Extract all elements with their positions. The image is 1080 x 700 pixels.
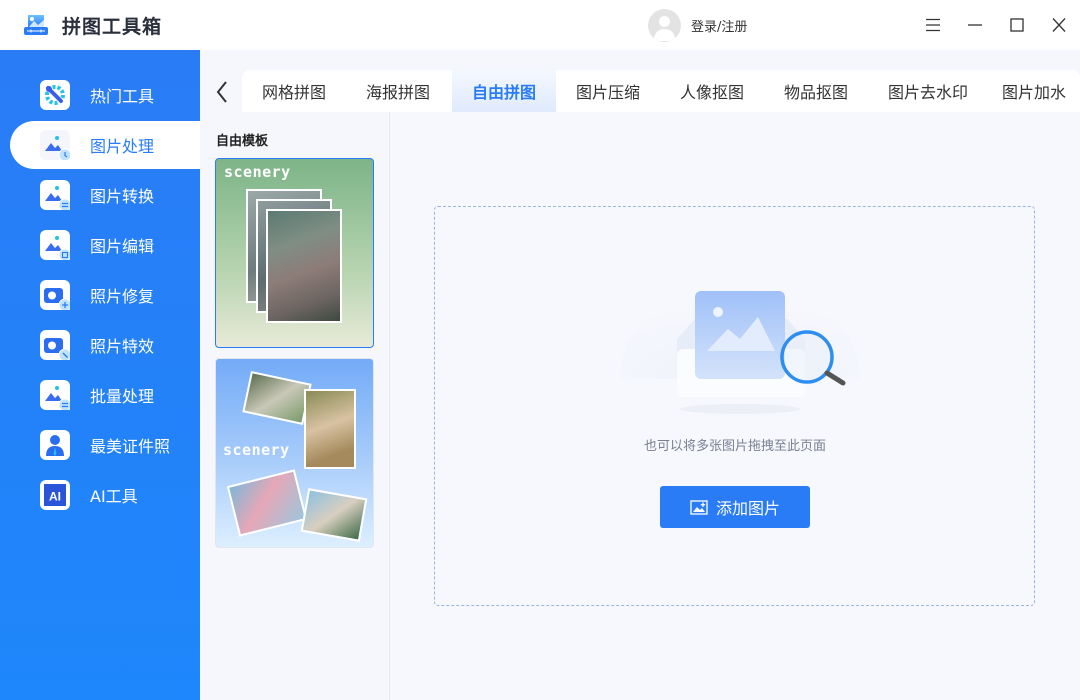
chevron-left-icon: [216, 81, 227, 103]
template-scenery-text: scenery: [224, 163, 291, 181]
sidebar-item-batch-processing[interactable]: 批量处理: [0, 371, 200, 419]
tab-remove-watermark[interactable]: 图片去水印: [868, 70, 988, 112]
sidebar-label: 照片修复: [90, 287, 155, 306]
tab-image-compress[interactable]: 图片压缩: [556, 70, 660, 112]
image-search-illustration-icon: [620, 279, 860, 414]
menu-icon: [926, 18, 940, 32]
template-photo: [226, 469, 308, 537]
sidebar-item-ai-tools[interactable]: AI AI工具: [0, 471, 200, 519]
ai-icon: AI: [40, 480, 70, 510]
template-card-scattered[interactable]: scenery: [215, 358, 374, 548]
avatar-icon: [648, 8, 681, 42]
sidebar-item-hot-tools[interactable]: 热门工具: [0, 71, 200, 119]
app-title: 拼图工具箱: [62, 16, 163, 38]
template-photo: [304, 389, 356, 469]
drop-zone[interactable]: 也可以将多张图片拖拽至此页面 添加图片: [434, 206, 1035, 606]
maximize-icon: [1010, 18, 1024, 32]
sidebar-item-id-photo[interactable]: 最美证件照: [0, 421, 200, 469]
sidebar-item-image-processing[interactable]: 图片处理: [10, 121, 200, 169]
tab-free-collage[interactable]: 自由拼图: [452, 70, 556, 112]
tab-grid-collage[interactable]: 网格拼图: [242, 70, 346, 112]
tab-object-cutout[interactable]: 物品抠图: [764, 70, 868, 112]
id-photo-person-icon: [40, 430, 70, 460]
app-logo-icon: [24, 14, 48, 36]
camera-magic-icon: [40, 330, 70, 360]
template-photo: [300, 488, 368, 542]
menu-button[interactable]: [920, 12, 946, 38]
add-image-button[interactable]: 添加图片: [660, 486, 810, 528]
sidebar-label: 图片转换: [90, 187, 155, 206]
sidebar-label: 最美证件照: [90, 437, 171, 456]
tab-poster-collage[interactable]: 海报拼图: [346, 70, 450, 112]
minimize-button[interactable]: [962, 12, 988, 38]
sidebar-item-image-edit[interactable]: 图片编辑: [0, 221, 200, 269]
login-label: 登录/注册: [691, 19, 748, 35]
sidebar-label: 图片处理: [90, 137, 155, 156]
tab-bar: 网格拼图 海报拼图 自由拼图 图片压缩 人像抠图 物品抠图 图片去水印 图片加水: [200, 50, 1080, 112]
close-icon: [1052, 18, 1066, 32]
panel-title: 自由模板: [216, 134, 269, 149]
drop-hint-text: 也可以将多张图片拖拽至此页面: [643, 439, 826, 454]
close-button[interactable]: [1046, 12, 1072, 38]
add-image-icon: [690, 500, 708, 515]
sidebar-label: 照片特效: [90, 337, 155, 356]
login-button[interactable]: 登录/注册: [648, 8, 748, 42]
add-image-label: 添加图片: [715, 499, 780, 518]
wrench-gear-icon: [40, 80, 70, 110]
sidebar-label: 批量处理: [90, 387, 155, 406]
sidebar: 热门工具 图片处理 图片转换 图片编辑 照片修复 照片特效 批量处理 最美证件照…: [0, 50, 200, 700]
image-convert-icon: [40, 180, 70, 210]
tab-strip: 网格拼图 海报拼图 自由拼图 图片压缩 人像抠图 物品抠图 图片去水印 图片加水: [242, 70, 1080, 112]
sidebar-label: 图片编辑: [90, 237, 155, 256]
sidebar-label: AI工具: [90, 487, 138, 506]
tabs-back-button[interactable]: [212, 78, 232, 106]
main-content: 也可以将多张图片拖拽至此页面 添加图片: [391, 112, 1080, 700]
sidebar-item-photo-effects[interactable]: 照片特效: [0, 321, 200, 369]
camera-plus-icon: [40, 280, 70, 310]
sidebar-label: 热门工具: [90, 87, 155, 106]
maximize-button[interactable]: [1004, 12, 1030, 38]
image-edit-icon: [40, 230, 70, 260]
template-card-stacked[interactable]: scenery: [215, 158, 374, 348]
sidebar-item-image-convert[interactable]: 图片转换: [0, 171, 200, 219]
title-bar: 拼图工具箱 登录/注册: [0, 0, 1080, 50]
template-photo: [266, 209, 342, 323]
template-panel: 自由模板 scenery scenery: [200, 112, 390, 700]
tab-add-watermark[interactable]: 图片加水: [1002, 70, 1080, 112]
template-photo: [242, 371, 312, 425]
minimize-icon: [968, 24, 982, 26]
image-batch-icon: [40, 380, 70, 410]
image-clock-icon: [40, 130, 70, 160]
sidebar-item-photo-repair[interactable]: 照片修复: [0, 271, 200, 319]
svg-text:AI: AI: [49, 490, 61, 504]
tab-portrait-cutout[interactable]: 人像抠图: [660, 70, 764, 112]
template-scenery-text: scenery: [223, 441, 290, 459]
